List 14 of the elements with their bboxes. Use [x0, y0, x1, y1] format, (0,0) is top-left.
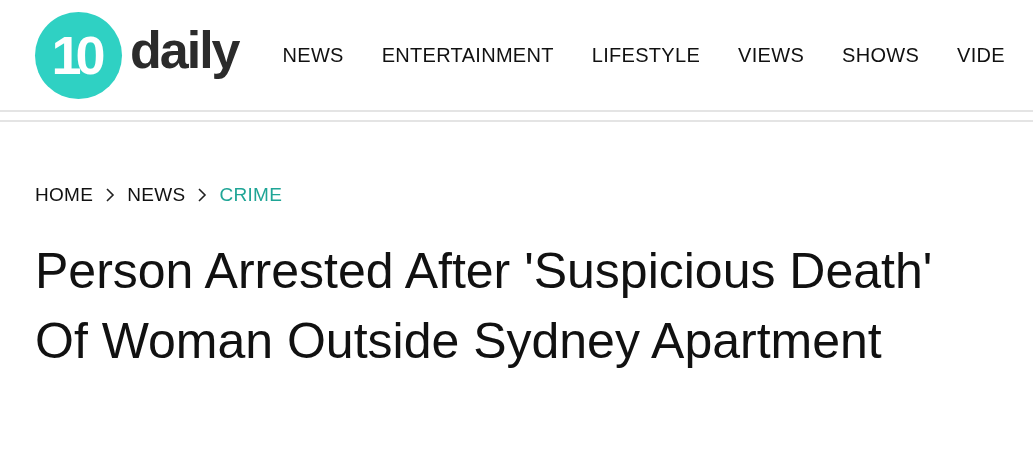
chevron-icon — [197, 188, 208, 202]
logo-badge: 10 — [35, 11, 122, 99]
breadcrumb-link[interactable]: NEWS — [127, 184, 186, 206]
logo[interactable]: 10 daily — [35, 11, 239, 99]
nav-link[interactable]: NEWS — [282, 43, 344, 67]
nav-link[interactable]: LIFESTYLE — [591, 43, 701, 67]
nav-link[interactable]: ENTERTAINMENT — [381, 43, 554, 67]
headline: Person Arrested After 'Suspicious Death' Of Woman Outside Sydney Apartment — [35, 242, 934, 371]
chevron-icon — [105, 188, 116, 202]
breadcrumb-link[interactable]: HOME — [35, 184, 94, 206]
nav-link[interactable]: VIDE — [957, 43, 1005, 67]
nav-link[interactable]: SHOWS — [842, 43, 920, 67]
logo-wordmark: daily — [130, 20, 239, 80]
nav-link[interactable]: VIEWS — [738, 43, 804, 67]
